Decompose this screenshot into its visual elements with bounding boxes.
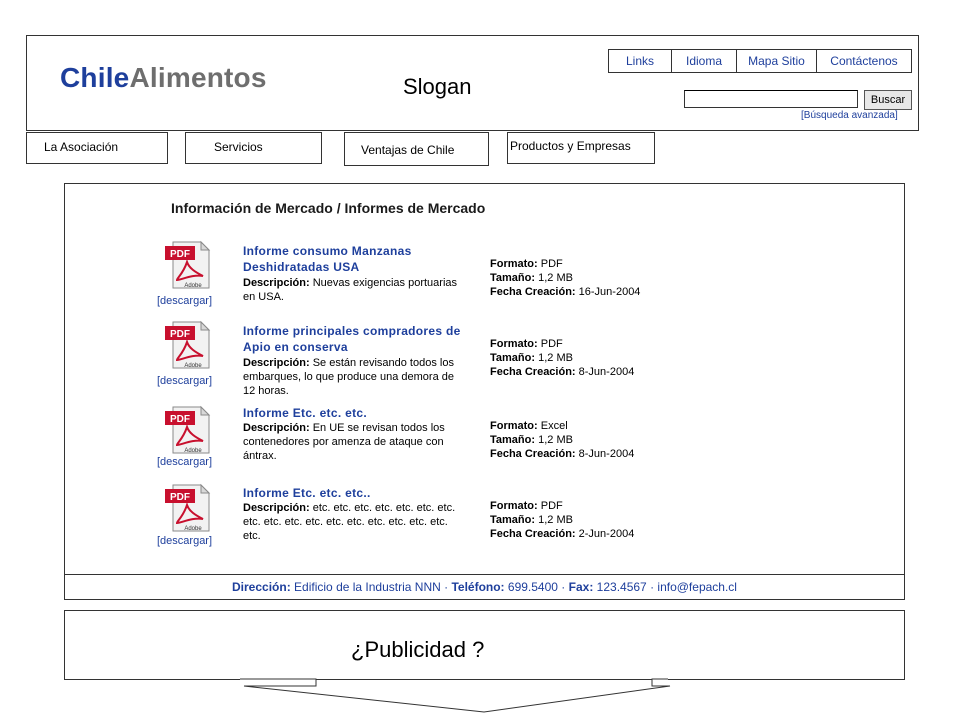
down-arrow-shape	[240, 678, 671, 713]
svg-text:PDF: PDF	[170, 414, 190, 425]
logo-alimentos: Alimentos	[129, 62, 267, 93]
report-title[interactable]: Informe consumo Manzanas Deshidratadas U…	[243, 243, 458, 275]
fax-value: 123.4567	[596, 580, 647, 594]
address-value: Edificio de la Industria NNN	[294, 580, 441, 594]
site-footer: Dirección: Edificio de la Industria NNN …	[64, 574, 905, 600]
page-title: Información de Mercado / Informes de Mer…	[171, 200, 486, 216]
link-contactenos[interactable]: Contáctenos	[817, 50, 911, 72]
svg-text:Adobe: Adobe	[184, 526, 202, 532]
pdf-file-icon[interactable]: PDF Adobe	[163, 240, 211, 290]
top-links-bar: Links Idioma Mapa Sitio Contáctenos	[608, 49, 912, 73]
svg-text:Adobe: Adobe	[184, 363, 202, 369]
report-description: Descripción: Se están revisando todos lo…	[243, 357, 454, 397]
svg-text:Adobe: Adobe	[184, 448, 202, 454]
report-meta: Formato: Excel Tamaño: 1,2 MB Fecha Crea…	[490, 420, 635, 460]
logo-chile: Chile	[60, 62, 130, 93]
svg-text:PDF: PDF	[170, 329, 190, 340]
tab-label: Productos y Empresas	[510, 139, 631, 153]
phone-value: 699.5400	[507, 580, 558, 594]
report-description: Descripción: Nuevas exigencias portuaria…	[243, 277, 458, 303]
tab-ventajas-de-chile[interactable]: Ventajas de Chile	[344, 132, 489, 166]
report-description: Descripción: etc. etc. etc. etc. etc. et…	[243, 502, 456, 542]
tab-la-asociacion[interactable]: La Asociación	[26, 132, 168, 164]
download-link[interactable]: [descargar]	[157, 456, 212, 468]
download-link[interactable]: [descargar]	[157, 535, 212, 547]
download-link[interactable]: [descargar]	[157, 375, 212, 387]
search-input[interactable]	[684, 90, 858, 108]
report-title[interactable]: Informe principales compradores de Apio …	[243, 323, 463, 355]
report-description: Descripción: En UE se revisan todos los …	[243, 422, 445, 462]
download-link[interactable]: [descargar]	[157, 295, 212, 307]
report-meta: Formato: PDF Tamaño: 1,2 MB Fecha Creaci…	[490, 258, 641, 298]
link-idioma[interactable]: Idioma	[672, 50, 737, 72]
link-mapa-sitio[interactable]: Mapa Sitio	[737, 50, 817, 72]
report-title[interactable]: Informe Etc. etc. etc..	[243, 485, 458, 501]
slogan: Slogan	[403, 74, 472, 99]
tab-label: Ventajas de Chile	[361, 143, 455, 157]
advertisement-text: ¿Publicidad ?	[351, 637, 485, 662]
tab-label: La Asociación	[44, 140, 119, 154]
svg-text:PDF: PDF	[170, 249, 190, 260]
tab-servicios[interactable]: Servicios	[185, 132, 322, 164]
phone-label: Teléfono:	[451, 580, 505, 594]
pdf-file-icon[interactable]: PDF Adobe	[163, 320, 211, 370]
site-header: ChileAlimentos Slogan Links Idioma Mapa …	[26, 35, 919, 131]
report-title[interactable]: Informe Etc. etc. etc.	[243, 405, 458, 421]
link-links[interactable]: Links	[609, 50, 672, 72]
tab-label: Servicios	[214, 140, 263, 154]
site-logo[interactable]: ChileAlimentos	[60, 62, 267, 94]
advanced-search-link[interactable]: [Búsqueda avanzada]	[801, 110, 898, 121]
pdf-file-icon[interactable]: PDF Adobe	[163, 483, 211, 533]
fax-label: Fax:	[568, 580, 594, 594]
svg-text:PDF: PDF	[170, 492, 190, 503]
main-content: Información de Mercado / Informes de Mer…	[64, 183, 905, 575]
svg-text:Adobe: Adobe	[184, 283, 202, 289]
report-meta: Formato: PDF Tamaño: 1,2 MB Fecha Creaci…	[490, 338, 635, 378]
pdf-file-icon[interactable]: PDF Adobe	[163, 405, 211, 455]
advertisement-banner[interactable]: ¿Publicidad ?	[64, 610, 905, 680]
email-link[interactable]: info@fepach.cl	[657, 580, 737, 594]
tab-productos-y-empresas[interactable]: Productos y Empresas	[507, 132, 655, 164]
report-meta: Formato: PDF Tamaño: 1,2 MB Fecha Creaci…	[490, 500, 635, 540]
address-label: Dirección:	[232, 580, 291, 594]
search-button[interactable]: Buscar	[864, 90, 912, 110]
